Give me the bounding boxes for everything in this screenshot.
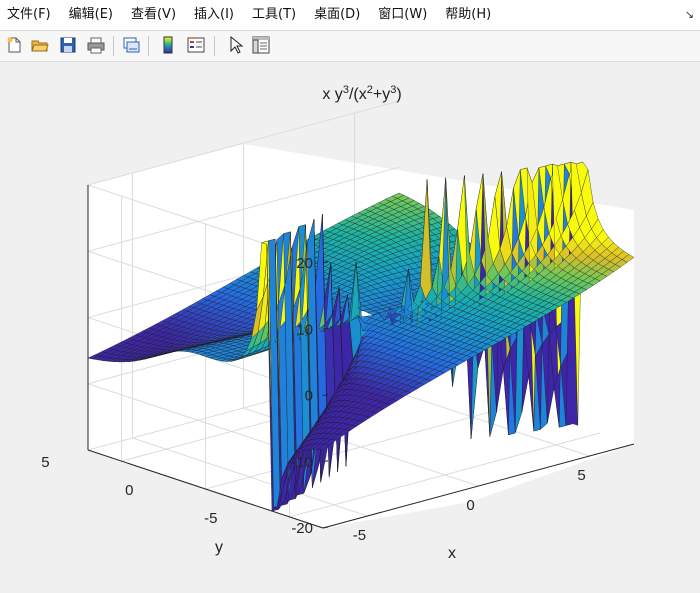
z-tick-label: -10 <box>291 454 313 471</box>
colorbar-icon[interactable] <box>157 34 179 56</box>
menu-tools[interactable]: 工具(T) <box>243 0 305 30</box>
menu-insert[interactable]: 插入(I) <box>185 0 243 30</box>
x-tick-label: 5 <box>577 467 585 484</box>
menu-help[interactable]: 帮助(H) <box>436 0 500 30</box>
y-tick-label: 5 <box>41 454 49 471</box>
z-tick-label: 10 <box>296 321 313 338</box>
link-plot-icon[interactable] <box>120 34 142 56</box>
x-tick-label: 0 <box>466 497 474 514</box>
surface-plot[interactable]: -20 -10 0 10 20 -5 0 5 -5 0 5 x y3/(x2+y3) x y <box>0 62 700 589</box>
property-inspector-icon[interactable] <box>250 34 272 56</box>
figure-canvas: -20 -10 0 10 20 -5 0 5 -5 0 5 x y3/(x2+y3) x y <box>0 62 700 589</box>
plot-title: x y3/(x2+y3) <box>322 84 401 103</box>
menu-edit[interactable]: 编辑(E) <box>60 0 122 30</box>
new-figure-icon[interactable] <box>3 34 25 56</box>
menu-file[interactable]: 文件(F) <box>0 0 60 30</box>
x-tick-label: -5 <box>353 527 366 544</box>
save-icon[interactable] <box>57 34 79 56</box>
y-tick-label: 0 <box>125 482 133 499</box>
dock-arrow-icon[interactable]: ↘ <box>685 8 694 21</box>
menu-view[interactable]: 查看(V) <box>122 0 185 30</box>
pointer-icon[interactable] <box>224 34 246 56</box>
toolbar-separator <box>148 36 149 56</box>
z-tick-label: -20 <box>291 520 313 537</box>
toolbar <box>0 31 700 62</box>
menu-bar: 文件(F) 编辑(E) 查看(V) 插入(I) 工具(T) 桌面(D) 窗口(W… <box>0 0 700 31</box>
toolbar-separator <box>113 36 114 56</box>
x-axis-label: x <box>448 545 456 562</box>
z-tick-label: 20 <box>296 255 313 272</box>
toolbar-separator <box>214 36 215 56</box>
print-icon[interactable] <box>85 34 107 56</box>
open-file-icon[interactable] <box>29 34 51 56</box>
z-tick-label: 0 <box>305 388 313 405</box>
menu-desktop[interactable]: 桌面(D) <box>305 0 369 30</box>
menu-window[interactable]: 窗口(W) <box>369 0 436 30</box>
y-axis-label: y <box>215 539 223 556</box>
y-tick-label: -5 <box>204 510 217 527</box>
legend-icon[interactable] <box>185 34 207 56</box>
